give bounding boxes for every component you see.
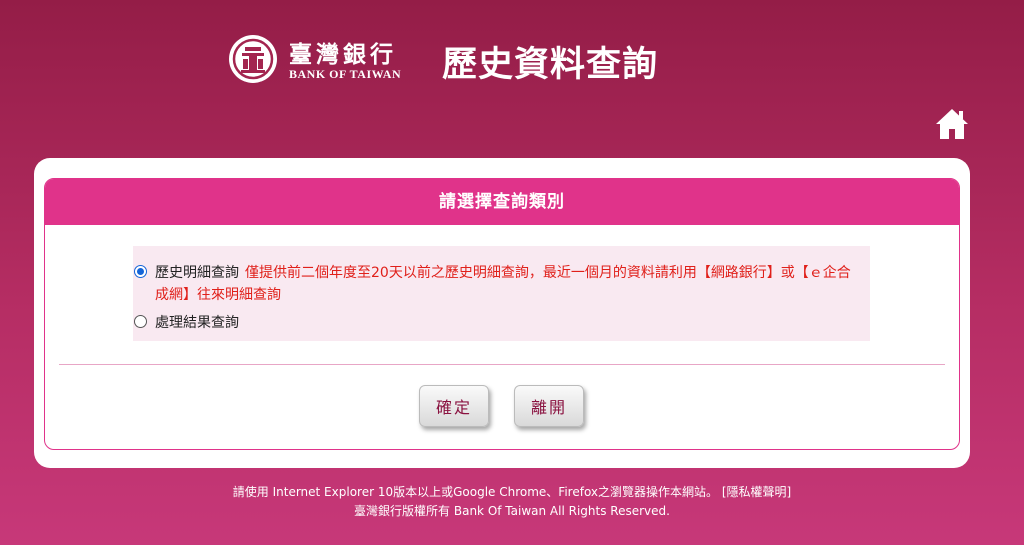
page-title: 歷史資料查詢 (442, 45, 659, 85)
option-process-result-label: 處理結果查詢 (155, 315, 239, 331)
logo-english-name: BANK OF TAIWAN (289, 67, 402, 81)
logo-chinese-name: 臺灣銀行 (289, 41, 397, 68)
home-icon[interactable] (934, 106, 970, 142)
option-history-detail-label: 歷史明細查詢 (155, 265, 239, 281)
option-history-detail-text: 歷史明細查詢 僅提供前二個年度至20天以前之歷史明細查詢，最近一個月的資料請利用【… (155, 262, 855, 306)
footer: 請使用 Internet Explorer 10版本以上或Google Chro… (0, 483, 1024, 521)
radio-process-result[interactable] (134, 315, 147, 328)
option-history-detail[interactable]: 歷史明細查詢 僅提供前二個年度至20天以前之歷史明細查詢，最近一個月的資料請利用【… (133, 262, 855, 306)
option-process-result[interactable]: 處理結果查詢 (133, 312, 239, 334)
query-panel: 請選擇查詢類別 歷史明細查詢 僅提供前二個年度至20天以前之歷史明細查詢，最近一個… (44, 178, 960, 450)
header: 臺灣銀行 BANK OF TAIWAN 歷史資料查詢 (0, 0, 1024, 110)
divider (59, 364, 945, 365)
footer-browser-notice: 請使用 Internet Explorer 10版本以上或Google Chro… (232, 485, 792, 499)
bank-seal-icon (229, 35, 277, 83)
confirm-button[interactable]: 確定 (419, 385, 489, 427)
radio-history-detail[interactable] (134, 265, 147, 278)
query-options: 歷史明細查詢 僅提供前二個年度至20天以前之歷史明細查詢，最近一個月的資料請利用【… (133, 246, 870, 341)
option-history-detail-note: 僅提供前二個年度至20天以前之歷史明細查詢，最近一個月的資料請利用【網路銀行】或… (155, 265, 851, 303)
panel-heading: 請選擇查詢類別 (45, 179, 959, 225)
exit-button[interactable]: 離開 (514, 385, 584, 427)
content-card: 請選擇查詢類別 歷史明細查詢 僅提供前二個年度至20天以前之歷史明細查詢，最近一個… (34, 158, 970, 468)
footer-copyright: 臺灣銀行版權所有 Bank Of Taiwan All Rights Reser… (354, 504, 670, 518)
